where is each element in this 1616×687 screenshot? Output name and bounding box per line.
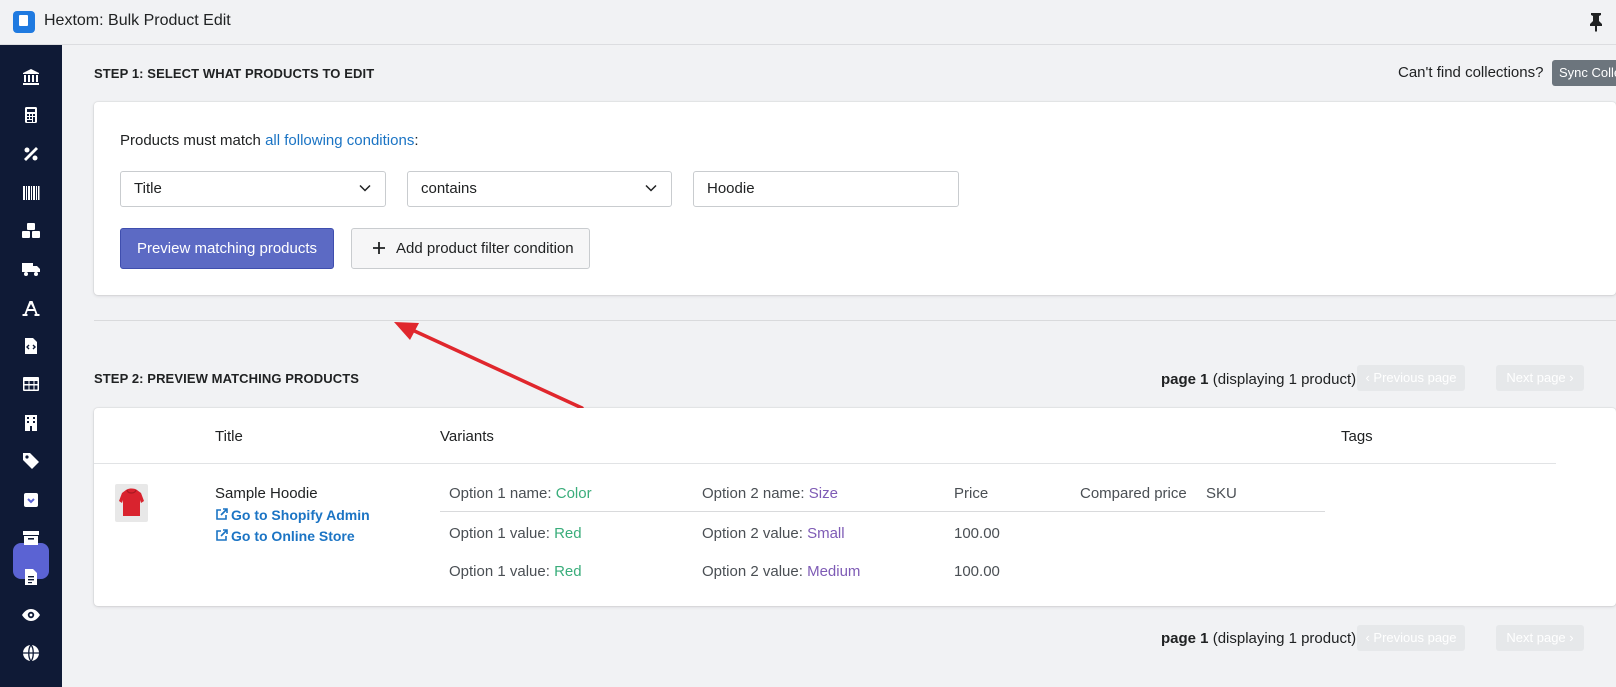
file-alt-icon[interactable]: [21, 567, 41, 587]
main-content: STEP 1: SELECT WHAT PRODUCTS TO EDIT Can…: [62, 45, 1616, 687]
option2-value: Small: [807, 525, 845, 542]
displaying-count: (displaying 1 product): [1212, 371, 1357, 388]
boxes-icon[interactable]: [21, 221, 41, 241]
variant-row-price: 100.00: [954, 525, 1000, 542]
add-filter-label: Add product filter condition: [396, 240, 574, 257]
section-divider: [94, 320, 1616, 321]
variant-row-price: 100.00: [954, 563, 1000, 580]
variant-row-option2: Option 2 value: Small: [702, 525, 845, 542]
option2-value-label: Option 2 value:: [702, 563, 808, 580]
match-conditions-text: Products must match all following condit…: [120, 132, 419, 149]
pin-icon[interactable]: [1588, 12, 1604, 32]
external-link-icon: [216, 529, 228, 541]
app-header: Hextom: Bulk Product Edit: [0, 0, 1616, 45]
preview-matching-products-button[interactable]: Preview matching products: [120, 228, 334, 269]
go-to-online-store-link[interactable]: Go to Online Store: [215, 528, 355, 544]
cant-find-collections-text: Can't find collections?: [1398, 64, 1544, 81]
add-product-filter-condition-button[interactable]: Add product filter condition: [351, 228, 590, 269]
app-logo: [13, 11, 35, 33]
box-archive-active-icon[interactable]: [21, 490, 41, 510]
app-title: Hextom: Bulk Product Edit: [44, 12, 231, 29]
product-title: Sample Hoodie: [215, 485, 318, 502]
option1-value: Red: [554, 525, 582, 542]
go-to-shopify-admin-link[interactable]: Go to Shopify Admin: [215, 507, 370, 523]
next-page-label: Next page: [1506, 630, 1566, 645]
variant-option1-name: Option 1 name: Color: [449, 485, 592, 502]
archive-icon[interactable]: [21, 528, 41, 548]
next-page-button-top[interactable]: Next page ›: [1496, 365, 1584, 391]
tag-icon[interactable]: [21, 451, 41, 471]
variant-option2-name: Option 2 name: Size: [702, 485, 838, 502]
page-label: page 1: [1161, 371, 1209, 388]
admin-link-label: Go to Shopify Admin: [231, 507, 370, 523]
match-all-link[interactable]: all following conditions: [265, 132, 414, 149]
file-code-icon[interactable]: [21, 336, 41, 356]
variant-row-option1: Option 1 value: Red: [449, 563, 582, 580]
match-prefix: Products must match: [120, 132, 266, 149]
building-icon[interactable]: [21, 413, 41, 433]
globe-icon[interactable]: [21, 643, 41, 663]
header-separator: [94, 463, 1556, 464]
previous-page-label: Previous page: [1373, 370, 1457, 385]
annotation-arrow: [394, 322, 584, 410]
column-header-variants: Variants: [440, 428, 494, 445]
option2-name-label: Option 2 name:: [702, 485, 809, 502]
page-label: page 1: [1161, 630, 1209, 647]
option1-name-value: Color: [555, 485, 592, 502]
plus-icon: [373, 242, 385, 254]
field-select-value: Title: [134, 180, 162, 197]
column-header-title: Title: [215, 428, 243, 445]
option1-name-label: Option 1 name:: [449, 485, 556, 502]
previous-page-label: Previous page: [1373, 630, 1457, 645]
calculator-icon[interactable]: [21, 105, 41, 125]
previous-page-button-top[interactable]: ‹ Previous page: [1357, 365, 1465, 391]
external-link-icon: [216, 508, 228, 520]
eye-icon[interactable]: [21, 605, 41, 625]
variant-sku-header: SKU: [1206, 485, 1237, 502]
chevron-down-icon: [359, 184, 371, 192]
barcode-icon[interactable]: [21, 183, 41, 203]
next-page-button-bottom[interactable]: Next page ›: [1496, 625, 1584, 651]
filter-card: Products must match all following condit…: [94, 102, 1616, 295]
step1-title: STEP 1: SELECT WHAT PRODUCTS TO EDIT: [94, 66, 375, 81]
sync-collections-button[interactable]: Sync Collections: [1552, 60, 1616, 86]
bank-icon[interactable]: [21, 67, 41, 87]
font-icon[interactable]: [21, 298, 41, 318]
variant-row-option2: Option 2 value: Medium: [702, 563, 860, 580]
displaying-count: (displaying 1 product): [1212, 630, 1357, 647]
option2-value: Medium: [807, 563, 861, 580]
variant-row-option1: Option 1 value: Red: [449, 525, 582, 542]
sidebar: [0, 45, 62, 687]
option1-value-label: Option 1 value:: [449, 563, 555, 580]
option2-name-value: Size: [808, 485, 838, 502]
option1-value-label: Option 1 value:: [449, 525, 555, 542]
operator-select[interactable]: contains: [407, 171, 672, 207]
product-thumbnail: [115, 484, 148, 522]
operator-select-value: contains: [421, 180, 477, 197]
value-input[interactable]: Hoodie: [693, 171, 959, 207]
table-icon[interactable]: [21, 374, 41, 394]
match-suffix: :: [414, 132, 419, 149]
column-header-tags: Tags: [1341, 428, 1373, 445]
truck-icon[interactable]: [21, 259, 41, 279]
previous-page-button-bottom[interactable]: ‹ Previous page: [1357, 625, 1465, 651]
variant-price-header: Price: [954, 485, 989, 502]
variant-header-separator: [440, 511, 1325, 512]
option2-value-label: Option 2 value:: [702, 525, 808, 542]
products-table-card: Title Variants Tags Sample Hoodie Go to …: [94, 408, 1616, 606]
value-input-text: Hoodie: [707, 180, 755, 197]
pager-info-top: page 1 (displaying 1 product): [1161, 371, 1356, 388]
store-link-label: Go to Online Store: [231, 528, 355, 544]
next-page-label: Next page: [1506, 370, 1566, 385]
field-select[interactable]: Title: [120, 171, 386, 207]
step2-title: STEP 2: PREVIEW MATCHING PRODUCTS: [94, 371, 360, 386]
option1-value: Red: [554, 563, 582, 580]
chevron-down-icon: [645, 184, 657, 192]
pager-info-bottom: page 1 (displaying 1 product): [1161, 630, 1356, 647]
percent-icon[interactable]: [21, 144, 41, 164]
variant-compared-price-header: Compared price: [1080, 485, 1187, 502]
